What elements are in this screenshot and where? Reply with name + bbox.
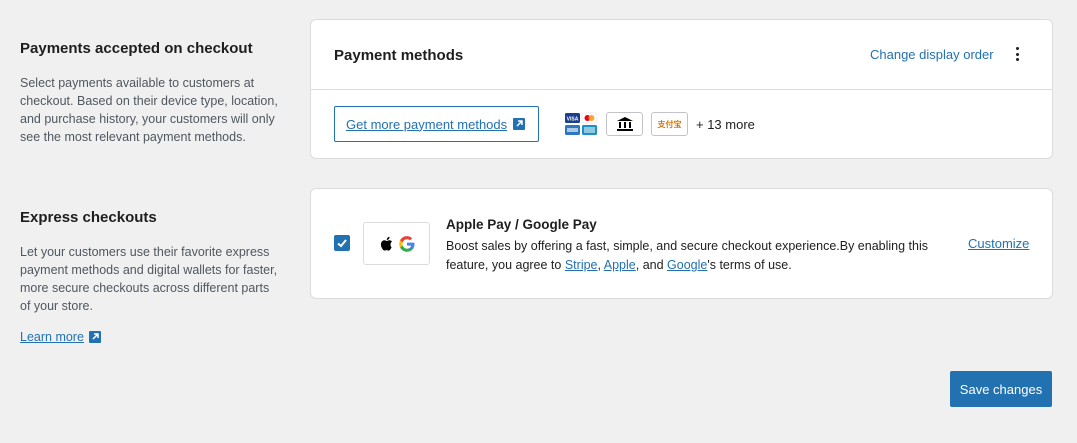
- apple-google-pay-checkbox[interactable]: [334, 235, 350, 251]
- change-display-order-link[interactable]: Change display order: [870, 47, 994, 62]
- stripe-link[interactable]: Stripe: [565, 258, 598, 272]
- alipay-label: 支付宝: [657, 119, 682, 129]
- bank-icon: [606, 112, 643, 136]
- more-methods-count: + 13 more: [696, 116, 755, 132]
- google-icon: [398, 235, 414, 252]
- payment-methods-card: Payment methods Change display order Get…: [310, 19, 1053, 159]
- external-link-icon: [513, 118, 526, 130]
- apple-icon: [380, 236, 392, 251]
- get-more-payment-methods-button[interactable]: Get more payment methods: [334, 106, 539, 142]
- cards-icon: VISA: [564, 112, 598, 136]
- get-more-label: Get more payment methods: [346, 116, 508, 132]
- more-options-icon[interactable]: [1011, 45, 1023, 63]
- payment-methods-header: Payment methods Change display order: [311, 20, 1052, 90]
- apple-google-logo: [363, 222, 430, 265]
- external-link-icon: [88, 331, 101, 343]
- google-link[interactable]: Google: [667, 258, 707, 272]
- apple-google-pay-title: Apple Pay / Google Pay: [446, 217, 597, 232]
- express-checkout-card: Apple Pay / Google Pay Boost sales by of…: [310, 188, 1053, 299]
- payments-section-description: Select payments available to customers a…: [20, 76, 278, 144]
- apple-google-pay-description: Boost sales by offering a fast, simple, …: [446, 239, 928, 272]
- svg-text:VISA: VISA: [567, 117, 579, 123]
- save-changes-button[interactable]: Save changes: [950, 371, 1052, 407]
- customize-link[interactable]: Customize: [968, 236, 1029, 251]
- express-section-title: Express checkouts: [20, 209, 157, 226]
- payments-section-title: Payments accepted on checkout: [20, 40, 253, 57]
- payments-section-info: Payments accepted on checkout Select pay…: [20, 40, 282, 146]
- apple-link[interactable]: Apple: [604, 258, 636, 272]
- learn-more-link[interactable]: Learn more: [20, 330, 101, 344]
- payment-method-icons: VISA 支付宝 + 13 more: [564, 112, 755, 136]
- payment-methods-title: Payment methods: [334, 47, 464, 64]
- alipay-icon: 支付宝: [651, 112, 688, 136]
- express-section-info: Express checkouts Let your customers use…: [20, 209, 282, 315]
- learn-more-label: Learn more: [20, 330, 84, 344]
- express-section-description: Let your customers use their favorite ex…: [20, 245, 278, 313]
